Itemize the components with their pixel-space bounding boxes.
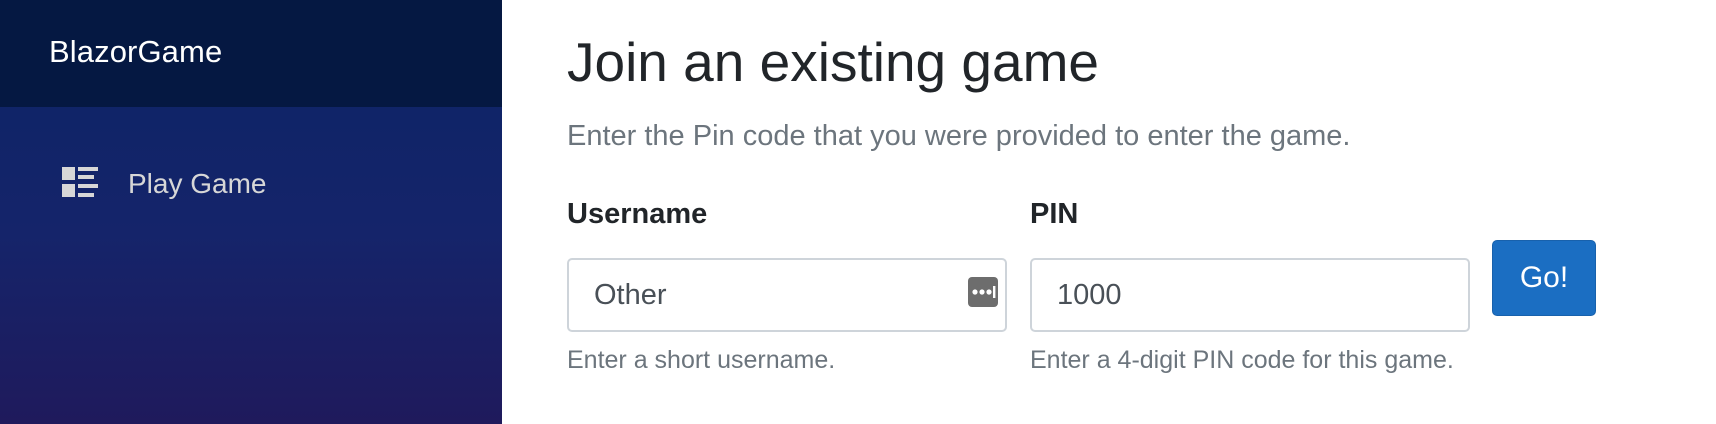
pin-hint: Enter a 4-digit PIN code for this game. (1030, 346, 1454, 374)
page-subtitle: Enter the Pin code that you were provide… (567, 120, 1351, 152)
sidebar-item-play-game[interactable]: Play Game (62, 167, 267, 201)
brand-title[interactable]: BlazorGame (49, 34, 222, 70)
app-root: BlazorGame Play Game Join an existing ga… (0, 0, 1716, 424)
password-manager-icon[interactable] (968, 277, 998, 307)
sidebar-header: BlazorGame (0, 0, 502, 107)
sidebar: BlazorGame Play Game (0, 0, 502, 424)
main-content: Join an existing game Enter the Pin code… (502, 0, 1716, 424)
list-rich-icon (62, 167, 100, 201)
username-hint: Enter a short username. (567, 346, 836, 374)
username-input[interactable] (567, 258, 1007, 332)
username-label: Username (567, 198, 708, 230)
go-button[interactable]: Go! (1492, 240, 1596, 316)
pin-label: PIN (1030, 198, 1079, 230)
pin-input[interactable] (1030, 258, 1470, 332)
sidebar-item-label: Play Game (128, 168, 267, 199)
page-title: Join an existing game (567, 31, 1099, 93)
